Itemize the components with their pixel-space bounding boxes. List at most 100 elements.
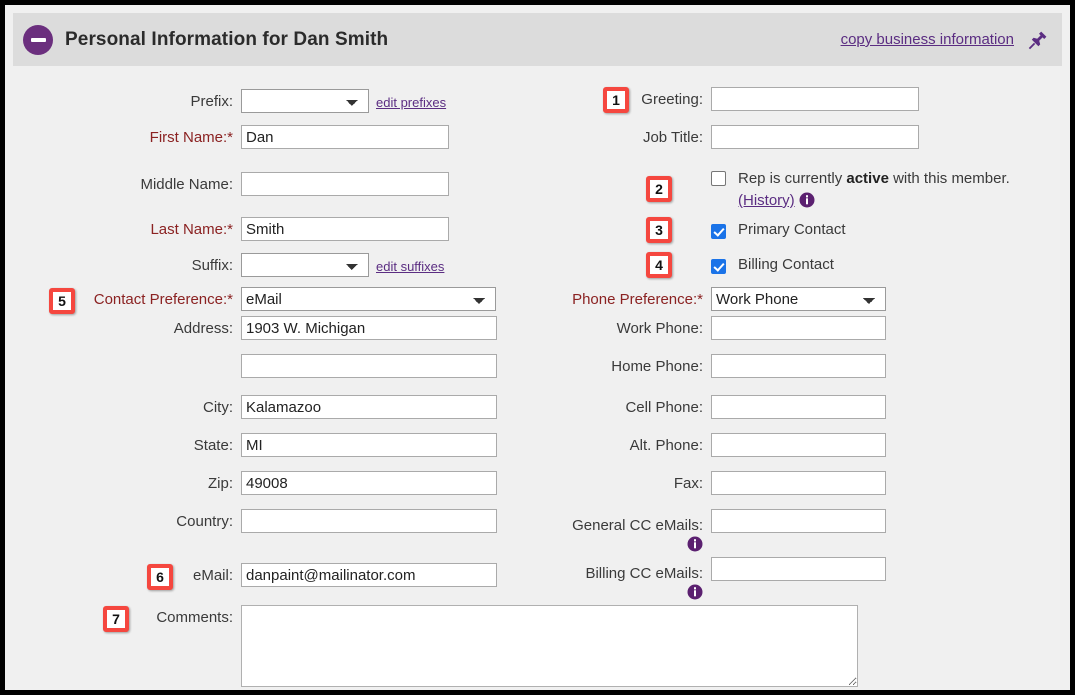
field-row-city: City: [13,395,518,419]
field-row-general-cc: General CC eMails: [533,509,1053,554]
field-row-email: eMail: [13,563,518,587]
field-row-zip: Zip: [13,471,518,495]
billing-contact-checkbox[interactable] [711,259,726,274]
field-row-middle-name: Middle Name: [13,172,518,196]
email-wrap [241,563,497,587]
zip-input[interactable] [241,471,497,495]
phone-preference-wrap: Work Phone [711,287,886,311]
general-cc-input[interactable] [711,509,886,533]
badge-3: 3 [646,217,672,243]
field-row-alt-phone: Alt. Phone: [533,433,1053,457]
city-label: City: [13,395,233,416]
country-wrap [241,509,497,533]
badge-7: 7 [103,606,129,632]
country-label: Country: [13,509,233,530]
greeting-wrap [711,87,919,111]
edit-prefixes-link[interactable]: edit prefixes [376,89,446,110]
country-input[interactable] [241,509,497,533]
rep-status-text-after: with this member. [889,170,1010,187]
fax-label: Fax: [533,471,703,492]
billing-cc-wrap [711,557,886,581]
address-label: Address: [13,316,233,337]
prefix-select-wrap [241,89,369,113]
home-phone-input[interactable] [711,354,886,378]
info-icon[interactable] [687,536,703,552]
last-name-label: Last Name:* [13,217,233,238]
field-row-home-phone: Home Phone: [533,354,1053,378]
history-link[interactable]: (History) [738,192,795,209]
prefix-select[interactable] [241,89,369,113]
badge-6: 6 [147,564,173,590]
field-row-contact-preference: Contact Preference:* eMail [13,287,518,311]
badge-1: 1 [603,87,629,113]
job-title-wrap [711,125,919,149]
primary-contact-checkbox[interactable] [711,224,726,239]
field-row-primary-contact: Primary Contact [533,221,1053,244]
primary-contact-checkbox-wrap [711,221,726,244]
middle-name-input[interactable] [241,172,449,196]
page-title: Personal Information for Dan Smith [65,29,388,51]
greeting-input[interactable] [711,87,919,111]
city-wrap [241,395,497,419]
personal-information-page: Personal Information for Dan Smith copy … [0,0,1075,695]
pushpin-icon[interactable] [1028,30,1048,50]
fax-wrap [711,471,886,495]
address2-input[interactable] [241,354,497,378]
edit-suffixes-link[interactable]: edit suffixes [376,253,444,274]
general-cc-label: General CC eMails: [533,513,703,534]
field-row-fax: Fax: [533,471,1053,495]
cell-phone-input[interactable] [711,395,886,419]
general-cc-wrap [711,509,886,533]
general-cc-label-wrap: General CC eMails: [533,509,703,554]
field-row-billing-cc: Billing CC eMails: [533,557,1053,602]
first-name-input[interactable] [241,125,449,149]
work-phone-wrap [711,316,886,340]
suffix-label: Suffix: [13,253,233,274]
alt-phone-input[interactable] [711,433,886,457]
info-icon[interactable] [687,584,703,600]
address-input[interactable] [241,316,497,340]
field-row-phone-preference: Phone Preference:* Work Phone [533,287,1053,311]
middle-name-label: Middle Name: [13,172,233,193]
field-row-cell-phone: Cell Phone: [533,395,1053,419]
comments-textarea[interactable] [241,605,858,687]
city-input[interactable] [241,395,497,419]
middle-name-wrap [241,172,449,196]
badge-4: 4 [646,252,672,278]
field-row-billing-contact: Billing Contact [533,256,1053,279]
zip-label: Zip: [13,471,233,492]
prefix-label: Prefix: [13,89,233,110]
state-wrap [241,433,497,457]
billing-cc-label-wrap: Billing CC eMails: [533,557,703,602]
suffix-select-wrap [241,253,369,277]
info-icon[interactable] [799,192,815,208]
rep-status-text-before: Rep is currently [738,170,846,187]
field-row-state: State: [13,433,518,457]
suffix-select[interactable] [241,253,369,277]
minus-circle-icon[interactable] [23,25,53,55]
field-row-first-name: First Name:* [13,125,518,149]
email-label: eMail: [13,563,233,584]
cell-phone-wrap [711,395,886,419]
work-phone-label: Work Phone: [533,316,703,337]
phone-preference-select[interactable]: Work Phone [711,287,886,311]
comments-wrap [241,605,858,692]
state-input[interactable] [241,433,497,457]
last-name-wrap [241,217,449,241]
copy-business-information-link[interactable]: copy business information [841,31,1014,48]
billing-cc-input[interactable] [711,557,886,581]
billing-contact-checkbox-wrap [711,256,726,279]
state-label: State: [13,433,233,454]
job-title-input[interactable] [711,125,919,149]
address-wrap [241,316,497,340]
rep-active-checkbox[interactable] [711,171,726,186]
contact-preference-select[interactable]: eMail [241,287,496,311]
cell-phone-label: Cell Phone: [533,395,703,416]
email-input[interactable] [241,563,497,587]
rep-status-text: Rep is currently active with this member… [738,168,1038,212]
fax-input[interactable] [711,471,886,495]
last-name-input[interactable] [241,217,449,241]
field-row-work-phone: Work Phone: [533,316,1053,340]
form-body: Prefix: edit prefixes First Name:* Middl… [13,77,1062,689]
work-phone-input[interactable] [711,316,886,340]
